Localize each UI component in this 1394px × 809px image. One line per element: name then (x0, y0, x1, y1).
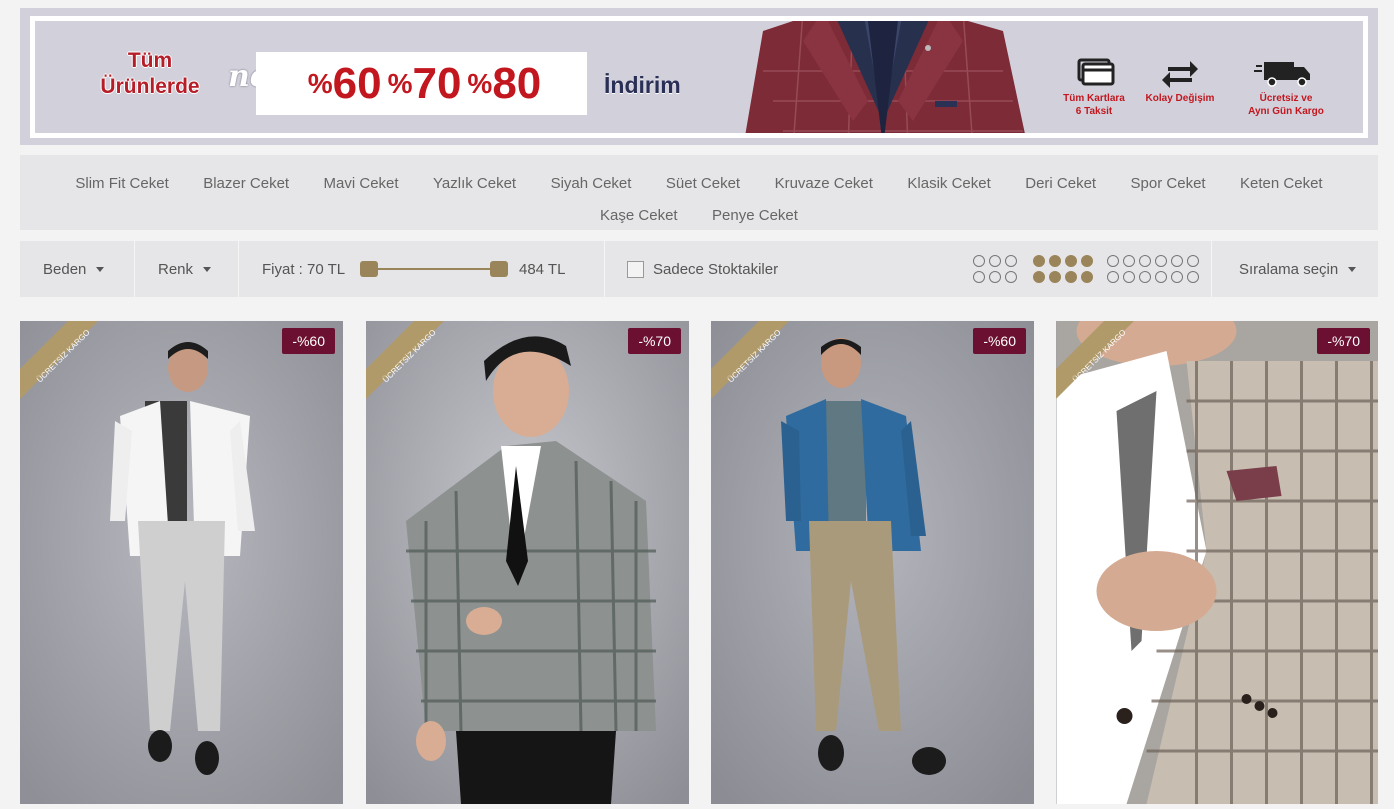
chevron-down-icon (203, 266, 212, 272)
price-slider-max-handle[interactable] (490, 261, 508, 277)
feature-shipping-line2: Aynı Gün Kargo (1248, 106, 1324, 117)
feature-installments-line2: 6 Taksit (1075, 106, 1113, 117)
color-filter-dropdown[interactable]: Renk (158, 241, 212, 297)
banner-headline-line2: Ürünlerde (100, 75, 200, 98)
feature-shipping-line1: Ücretsiz ve (1259, 93, 1313, 104)
category-kase[interactable]: Kaşe Ceket (600, 200, 678, 232)
sort-dropdown[interactable]: Sıralama seçin (1239, 241, 1357, 297)
discount-badge: -%70 (1317, 328, 1370, 354)
price-slider-track[interactable] (370, 268, 500, 270)
price-filter-label: Fiyat : 70 TL (262, 260, 346, 278)
free-shipping-ribbon: ÜCRETSİZ KARGO (20, 321, 98, 399)
discount-badge: -%70 (628, 328, 681, 354)
category-siyah[interactable]: Siyah Ceket (551, 168, 632, 200)
category-mavi[interactable]: Mavi Ceket (324, 168, 399, 200)
free-shipping-ribbon: ÜCRETSİZ KARGO (1056, 321, 1134, 399)
divider (238, 241, 239, 297)
chevron-down-icon (1348, 266, 1357, 272)
category-penye[interactable]: Penye Ceket (712, 200, 798, 232)
size-filter-label: Beden (43, 260, 87, 278)
divider (1211, 241, 1212, 297)
stock-only-checkbox[interactable] (627, 260, 644, 278)
discount-badge: -%60 (973, 328, 1026, 354)
size-filter-dropdown[interactable]: Beden (43, 241, 105, 297)
banner-discount-box: % 60 % 70 % 80 (256, 52, 587, 115)
chevron-down-icon (96, 266, 105, 272)
banner-headline-line1: Tüm (127, 49, 173, 72)
promo-banner-frame: Tüm Ürünlerde net %60 %70 %80 İndirim (30, 16, 1368, 138)
stock-only-label: Sadece Stoktakiler (653, 260, 779, 278)
category-keten[interactable]: Keten Ceket (1240, 168, 1323, 200)
truck-icon (1254, 62, 1310, 87)
color-filter-label: Renk (158, 260, 194, 278)
banner-model-image (703, 21, 1055, 133)
pct-60: 60 (332, 58, 382, 108)
grid-6-columns-icon[interactable] (1107, 255, 1201, 285)
divider (134, 241, 135, 297)
pct-symbol: % (387, 67, 413, 99)
grid-3-columns-icon[interactable] (973, 255, 1019, 285)
credit-card-icon (1077, 58, 1115, 86)
category-deri[interactable]: Deri Ceket (1025, 168, 1096, 200)
pct-symbol: % (467, 67, 493, 99)
stock-only-toggle[interactable]: Sadece Stoktakiler (627, 241, 778, 297)
free-shipping-ribbon: ÜCRETSİZ KARGO (366, 321, 444, 399)
sort-dropdown-label: Sıralama seçin (1239, 260, 1339, 278)
feature-shipping: Ücretsiz ve Aynı Gün Kargo (1236, 54, 1336, 118)
feature-exchange: Kolay Değişim (1130, 54, 1230, 105)
free-shipping-ribbon: ÜCRETSİZ KARGO (711, 321, 789, 399)
product-card[interactable]: ÜCRETSİZ KARGO -%60 (20, 321, 343, 804)
grid-4-columns-icon[interactable] (1033, 255, 1095, 285)
category-slim-fit[interactable]: Slim Fit Ceket (75, 168, 168, 200)
product-card[interactable]: ÜCRETSİZ KARGO -%60 (711, 321, 1034, 804)
price-max-label: 484 TL (519, 260, 566, 278)
category-suet[interactable]: Süet Ceket (666, 168, 740, 200)
category-yazlik[interactable]: Yazlık Ceket (433, 168, 516, 200)
filter-bar: Beden Renk Fiyat : 70 TL 484 TL Sadece S… (20, 241, 1378, 297)
banner-indirim-text: İndirim (604, 72, 681, 98)
product-card[interactable]: ÜCRETSİZ KARGO -%70 (366, 321, 689, 804)
banner-headline: Tüm Ürünlerde (90, 48, 210, 100)
divider (604, 241, 605, 297)
banner-features: Tüm Kartlara 6 Taksit Kolay Değişim Ücre… (1044, 54, 1344, 124)
category-nav: Slim Fit Ceket Blazer Ceket Mavi Ceket Y… (20, 155, 1378, 230)
pct-80: 80 (492, 58, 542, 108)
product-card[interactable]: ÜCRETSİZ KARGO -%70 (1056, 321, 1378, 804)
exchange-icon (1162, 61, 1198, 88)
feature-installments-line1: Tüm Kartlara (1063, 93, 1125, 104)
category-klasik[interactable]: Klasik Ceket (907, 168, 990, 200)
category-kruvaze[interactable]: Kruvaze Ceket (775, 168, 873, 200)
category-spor[interactable]: Spor Ceket (1131, 168, 1206, 200)
price-slider-min-handle[interactable] (360, 261, 378, 277)
pct-symbol: % (307, 67, 333, 99)
promo-banner[interactable]: Tüm Ürünlerde net %60 %70 %80 İndirim (20, 8, 1378, 145)
category-blazer[interactable]: Blazer Ceket (203, 168, 289, 200)
feature-installments: Tüm Kartlara 6 Taksit (1044, 54, 1144, 118)
feature-exchange-line1: Kolay Değişim (1145, 93, 1215, 104)
pct-70: 70 (412, 58, 462, 108)
discount-badge: -%60 (282, 328, 335, 354)
